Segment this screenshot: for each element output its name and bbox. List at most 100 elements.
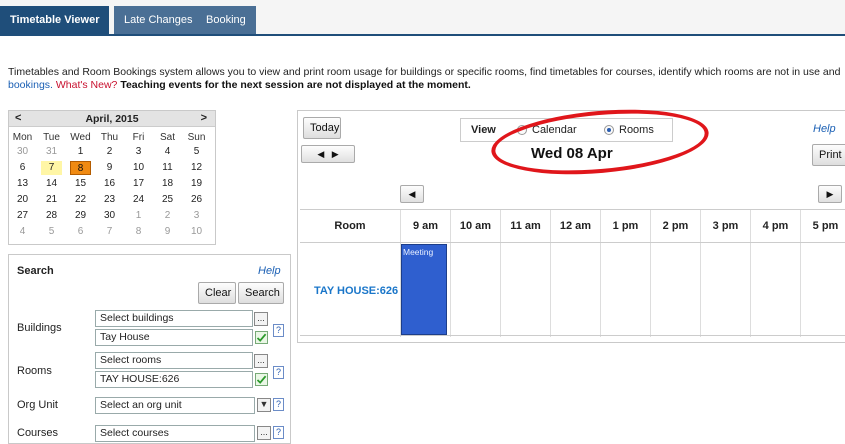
grid-divider: [800, 243, 801, 337]
calendar-day[interactable]: 6: [70, 225, 91, 239]
event-label: Meeting: [403, 247, 434, 257]
tab-booking[interactable]: Booking: [196, 6, 256, 34]
search-panel: Search Help Clear Search Buildings Selec…: [8, 254, 291, 444]
calendar-day[interactable]: 3: [186, 209, 207, 223]
rooms-check-icon: [255, 373, 268, 386]
print-button[interactable]: Print: [812, 144, 845, 166]
calendar-day[interactable]: 11: [157, 161, 178, 175]
weekday-header: Wed: [70, 132, 91, 143]
search-help-link[interactable]: Help: [258, 265, 281, 277]
calendar-day[interactable]: 30: [12, 145, 33, 159]
calendar-day[interactable]: 27: [12, 209, 33, 223]
weekday-header: Tue: [43, 132, 60, 143]
whats-new-link[interactable]: What's New?: [56, 79, 118, 91]
calendar-day[interactable]: 29: [70, 209, 91, 223]
prev-day-icon[interactable]: ◀: [317, 149, 324, 159]
calendar-day[interactable]: 8: [70, 161, 91, 175]
calendar-day[interactable]: 6: [12, 161, 33, 175]
calendar-day[interactable]: 23: [99, 193, 120, 207]
rooms-help-icon[interactable]: ?: [273, 366, 284, 379]
bookings-link[interactable]: bookings.: [8, 79, 53, 91]
grid-divider: [700, 243, 701, 337]
mini-calendar-header: < April, 2015 >: [9, 111, 215, 127]
courses-help-icon[interactable]: ?: [273, 426, 284, 439]
view-label: View: [471, 124, 496, 136]
view-help-link[interactable]: Help: [813, 123, 836, 135]
org-unit-select[interactable]: Select an org unit: [95, 397, 255, 414]
rooms-select[interactable]: Select rooms: [95, 352, 253, 369]
calendar-day[interactable]: 20: [12, 193, 33, 207]
calendar-day[interactable]: 5: [186, 145, 207, 159]
calendar-day[interactable]: 31: [41, 145, 62, 159]
calendar-day[interactable]: 8: [128, 225, 149, 239]
courses-browse-button[interactable]: ...: [257, 426, 271, 440]
calendar-day[interactable]: 10: [128, 161, 149, 175]
room-column-header: Room: [334, 220, 366, 232]
weekday-header: Sat: [159, 132, 175, 143]
calendar-day[interactable]: 28: [41, 209, 62, 223]
courses-select[interactable]: Select courses: [95, 425, 255, 442]
calendar-day[interactable]: 21: [41, 193, 62, 207]
grid-divider: [450, 243, 451, 337]
org-unit-help-icon[interactable]: ?: [273, 398, 284, 411]
calendar-day[interactable]: 18: [157, 177, 178, 191]
calendar-day[interactable]: 7: [41, 161, 62, 175]
buildings-select[interactable]: Select buildings: [95, 310, 253, 327]
calendar-day[interactable]: 5: [41, 225, 62, 239]
buildings-browse-button[interactable]: ...: [254, 312, 268, 326]
scroll-left-icon: ◀: [408, 189, 416, 199]
search-button[interactable]: Search: [238, 282, 284, 304]
rooms-browse-button[interactable]: ...: [254, 354, 268, 368]
grid-divider: [750, 243, 751, 337]
room-link[interactable]: TAY HOUSE:626: [314, 285, 398, 297]
calendar-day[interactable]: 26: [186, 193, 207, 207]
calendar-day[interactable]: 17: [128, 177, 149, 191]
next-day-icon[interactable]: ▶: [332, 149, 339, 159]
calendar-day[interactable]: 9: [99, 161, 120, 175]
next-month-button[interactable]: >: [201, 112, 207, 124]
weekday-header: Mon: [12, 132, 33, 143]
calendar-day[interactable]: 1: [70, 145, 91, 159]
room-timetable-grid: Room 9 am 10 am 11 am 12 am 1 pm 2 pm 3 pm 4 pm…: [300, 209, 845, 339]
calendar-day[interactable]: 3: [128, 145, 149, 159]
calendar-day[interactable]: 30: [99, 209, 120, 223]
calendar-day[interactable]: 19: [186, 177, 207, 191]
today-button[interactable]: Today: [303, 117, 341, 139]
weekday-header: Thu: [100, 132, 119, 143]
event-block[interactable]: Meeting: [401, 244, 447, 335]
tab-late-changes[interactable]: Late Changes: [114, 6, 203, 34]
time-column-header: 1 pm: [600, 210, 650, 242]
clear-button[interactable]: Clear: [198, 282, 236, 304]
calendar-day[interactable]: 15: [70, 177, 91, 191]
calendar-day[interactable]: 12: [186, 161, 207, 175]
row-bottom-border: [300, 335, 845, 336]
buildings-check-icon: [255, 331, 268, 344]
time-column-header: 4 pm: [750, 210, 800, 242]
calendar-day[interactable]: 4: [12, 225, 33, 239]
calendar-day[interactable]: 2: [99, 145, 120, 159]
date-nav-buttons[interactable]: ◀ ▶: [301, 145, 355, 163]
org-unit-label: Org Unit: [17, 399, 58, 411]
scroll-left-button[interactable]: ◀: [400, 185, 424, 203]
time-column-header: 9 am: [400, 210, 450, 242]
calendar-day[interactable]: 1: [128, 209, 149, 223]
grid-divider: [550, 243, 551, 337]
tab-timetable-viewer[interactable]: Timetable Viewer: [0, 6, 110, 34]
scroll-right-button[interactable]: ▶: [818, 185, 842, 203]
calendar-day[interactable]: 7: [99, 225, 120, 239]
calendar-day[interactable]: 22: [70, 193, 91, 207]
calendar-day[interactable]: 4: [157, 145, 178, 159]
calendar-day[interactable]: 14: [41, 177, 62, 191]
time-column-header: 2 pm: [650, 210, 700, 242]
org-unit-dropdown-icon[interactable]: ▼: [257, 398, 271, 412]
calendar-day[interactable]: 9: [157, 225, 178, 239]
buildings-help-icon[interactable]: ?: [273, 324, 284, 337]
intro-line-1: Timetables and Room Bookings system allo…: [8, 66, 841, 78]
weekday-header: Fri: [132, 132, 145, 143]
calendar-day[interactable]: 16: [99, 177, 120, 191]
calendar-day[interactable]: 2: [157, 209, 178, 223]
calendar-day[interactable]: 10: [186, 225, 207, 239]
calendar-day[interactable]: 25: [157, 193, 178, 207]
calendar-day[interactable]: 13: [12, 177, 33, 191]
calendar-day[interactable]: 24: [128, 193, 149, 207]
